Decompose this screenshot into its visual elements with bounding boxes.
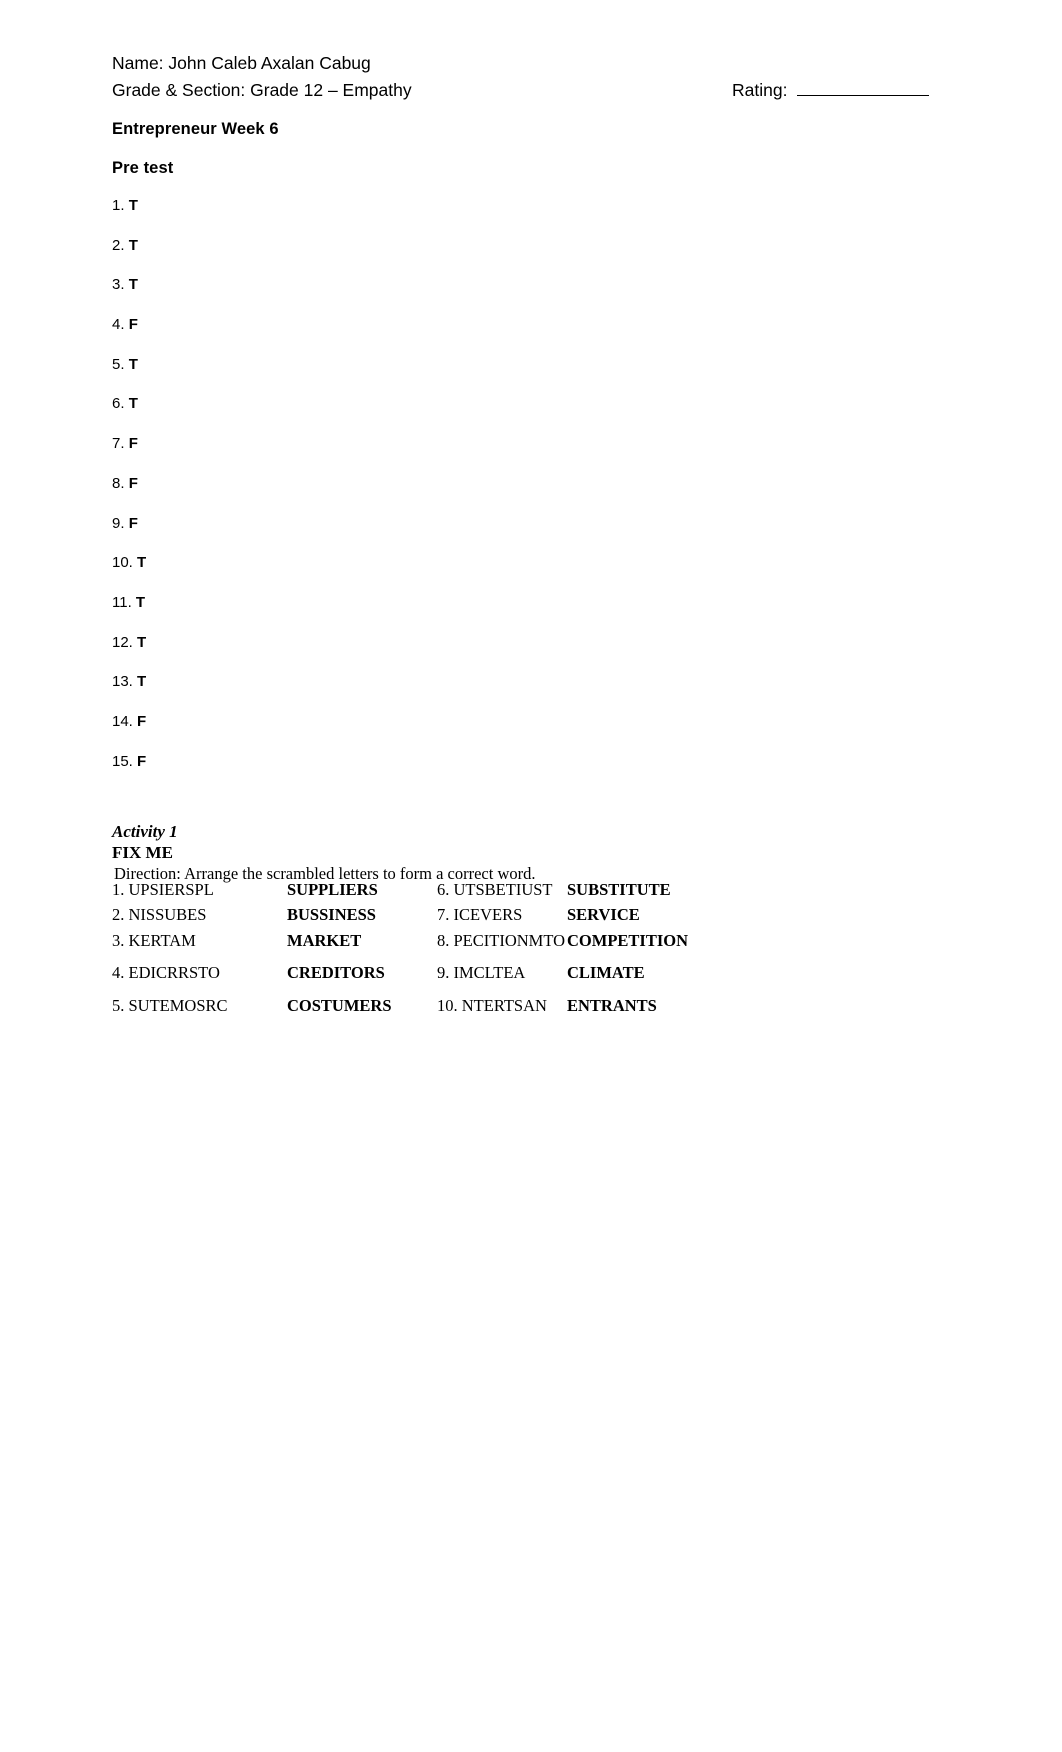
pretest-item-answer: T: [137, 633, 147, 651]
scrambled-word: 9. IMCLTEA: [437, 963, 526, 983]
answer-word: ENTRANTS: [567, 995, 657, 1015]
answer-word: MARKET: [287, 930, 362, 950]
pretest-item: 7. F: [112, 434, 412, 454]
answer-word: CREDITORS: [287, 963, 385, 983]
table-row: 2. NISSUBES BUSSINESS 7. ICEVERS SERVICE: [112, 905, 812, 930]
table-row: 3. KERTAM MARKET 8. PECITIONMTO COMPETIT…: [112, 931, 812, 964]
pretest-item: 14. F: [112, 712, 412, 732]
document-page: Name: John Caleb Axalan Cabug Grade & Se…: [0, 0, 1062, 1752]
scrambled-word: 3. KERTAM: [112, 930, 196, 950]
pretest-item-number: 2.: [112, 236, 125, 254]
pretest-item-number: 7.: [112, 435, 125, 453]
pretest-item: 10. T: [112, 553, 412, 573]
rating-label: Rating:: [732, 80, 788, 100]
answer-word: BUSSINESS: [287, 905, 376, 925]
pretest-heading: Pre test: [112, 159, 174, 177]
pretest-item: 6. T: [112, 394, 412, 414]
answer-word: SUPPLIERS: [287, 880, 378, 899]
answer-word: SUBSTITUTE: [567, 880, 671, 899]
pretest-item: 5. T: [112, 355, 412, 375]
pretest-item: 3. T: [112, 275, 412, 295]
scrambled-word: 7. ICEVERS: [437, 905, 523, 925]
pretest-item-number: 15.: [112, 752, 133, 770]
scrambled-word: 1. UPSIERSPL: [112, 880, 214, 899]
pretest-item-number: 10.: [112, 554, 133, 572]
pretest-item-answer: T: [128, 276, 138, 294]
scrambled-word: 8. PECITIONMTO: [437, 930, 566, 950]
answer-word: CLIMATE: [567, 963, 645, 983]
scrambled-word: 2. NISSUBES: [112, 905, 207, 925]
activity-block: Activity 1 FIX ME Direction: Arrange the…: [112, 822, 852, 885]
pretest-item: 11. T: [112, 593, 412, 613]
pretest-item-answer: T: [128, 197, 138, 214]
student-name-row: Name: John Caleb Axalan Cabug: [112, 50, 952, 77]
rating-blank-line[interactable]: [797, 94, 930, 96]
answer-word: COMPETITION: [567, 930, 689, 950]
table-row: 1. UPSIERSPL SUPPLIERS 6. UTSBETIUST SUB…: [112, 880, 812, 905]
pretest-item-number: 8.: [112, 474, 125, 492]
pretest-item: 4. F: [112, 315, 412, 335]
activity-label: Activity 1: [112, 822, 178, 841]
pretest-item-answer: F: [128, 514, 138, 532]
pretest-item: 1. T: [112, 196, 412, 216]
pretest-item-answer: F: [137, 712, 147, 730]
pretest-item-number: 3.: [112, 276, 125, 294]
pretest-item-answer: F: [128, 474, 138, 492]
pretest-item-number: 6.: [112, 395, 125, 413]
scrambled-word: 10. NTERTSAN: [437, 995, 547, 1015]
pretest-item: 13. T: [112, 672, 412, 692]
scrambled-word: 6. UTSBETIUST: [437, 880, 553, 899]
pretest-item-answer: T: [128, 236, 138, 254]
activity-title: FIX ME: [112, 843, 173, 862]
scrambled-word: 4. EDICRRSTO: [112, 963, 220, 983]
worksheet-title: Entrepreneur Week 6: [112, 120, 279, 138]
pretest-item-answer: F: [137, 752, 147, 770]
document-header: Name: John Caleb Axalan Cabug Grade & Se…: [112, 50, 952, 104]
pretest-item-number: 14.: [112, 712, 133, 730]
scrambled-words-table: 1. UPSIERSPL SUPPLIERS 6. UTSBETIUST SUB…: [112, 880, 812, 1028]
pretest-item-answer: T: [128, 355, 138, 373]
pretest-item-answer: T: [128, 395, 138, 413]
answer-word: SERVICE: [567, 905, 640, 925]
pretest-item-number: 9.: [112, 514, 125, 532]
pretest-item-answer: F: [128, 316, 138, 334]
pretest-item-number: 13.: [112, 673, 133, 691]
scrambled-word: 5. SUTEMOSRC: [112, 995, 228, 1015]
pretest-item-number: 4.: [112, 316, 125, 334]
pretest-item: 12. T: [112, 633, 412, 653]
table-row: 4. EDICRRSTO CREDITORS 9. IMCLTEA CLIMAT…: [112, 963, 812, 996]
pretest-item-number: 5.: [112, 355, 125, 373]
pretest-item-answer: T: [137, 554, 147, 572]
grade-section-text: Grade & Section: Grade 12 – Empathy: [112, 80, 412, 100]
student-name-text: Name: John Caleb Axalan Cabug: [112, 53, 371, 73]
pretest-item-number: 12.: [112, 633, 133, 651]
pretest-item-answer: T: [135, 593, 146, 611]
pretest-item: 8. F: [112, 474, 412, 494]
pretest-item-number: 11.: [112, 593, 132, 611]
pretest-item-answer: F: [128, 435, 138, 453]
pretest-item: 15. F: [112, 752, 412, 772]
pretest-answer-list: 1. T 2. T 3. T 4. F 5. T 6. T 7. F 8. F …: [112, 196, 412, 791]
pretest-item: 9. F: [112, 514, 412, 534]
rating-row: Rating:: [732, 77, 930, 104]
pretest-item-number: 1.: [112, 197, 125, 214]
answer-word: COSTUMERS: [287, 995, 392, 1015]
pretest-item-answer: T: [137, 673, 147, 691]
table-row: 5. SUTEMOSRC COSTUMERS 10. NTERTSAN ENTR…: [112, 996, 812, 1029]
pretest-item: 2. T: [112, 236, 412, 256]
